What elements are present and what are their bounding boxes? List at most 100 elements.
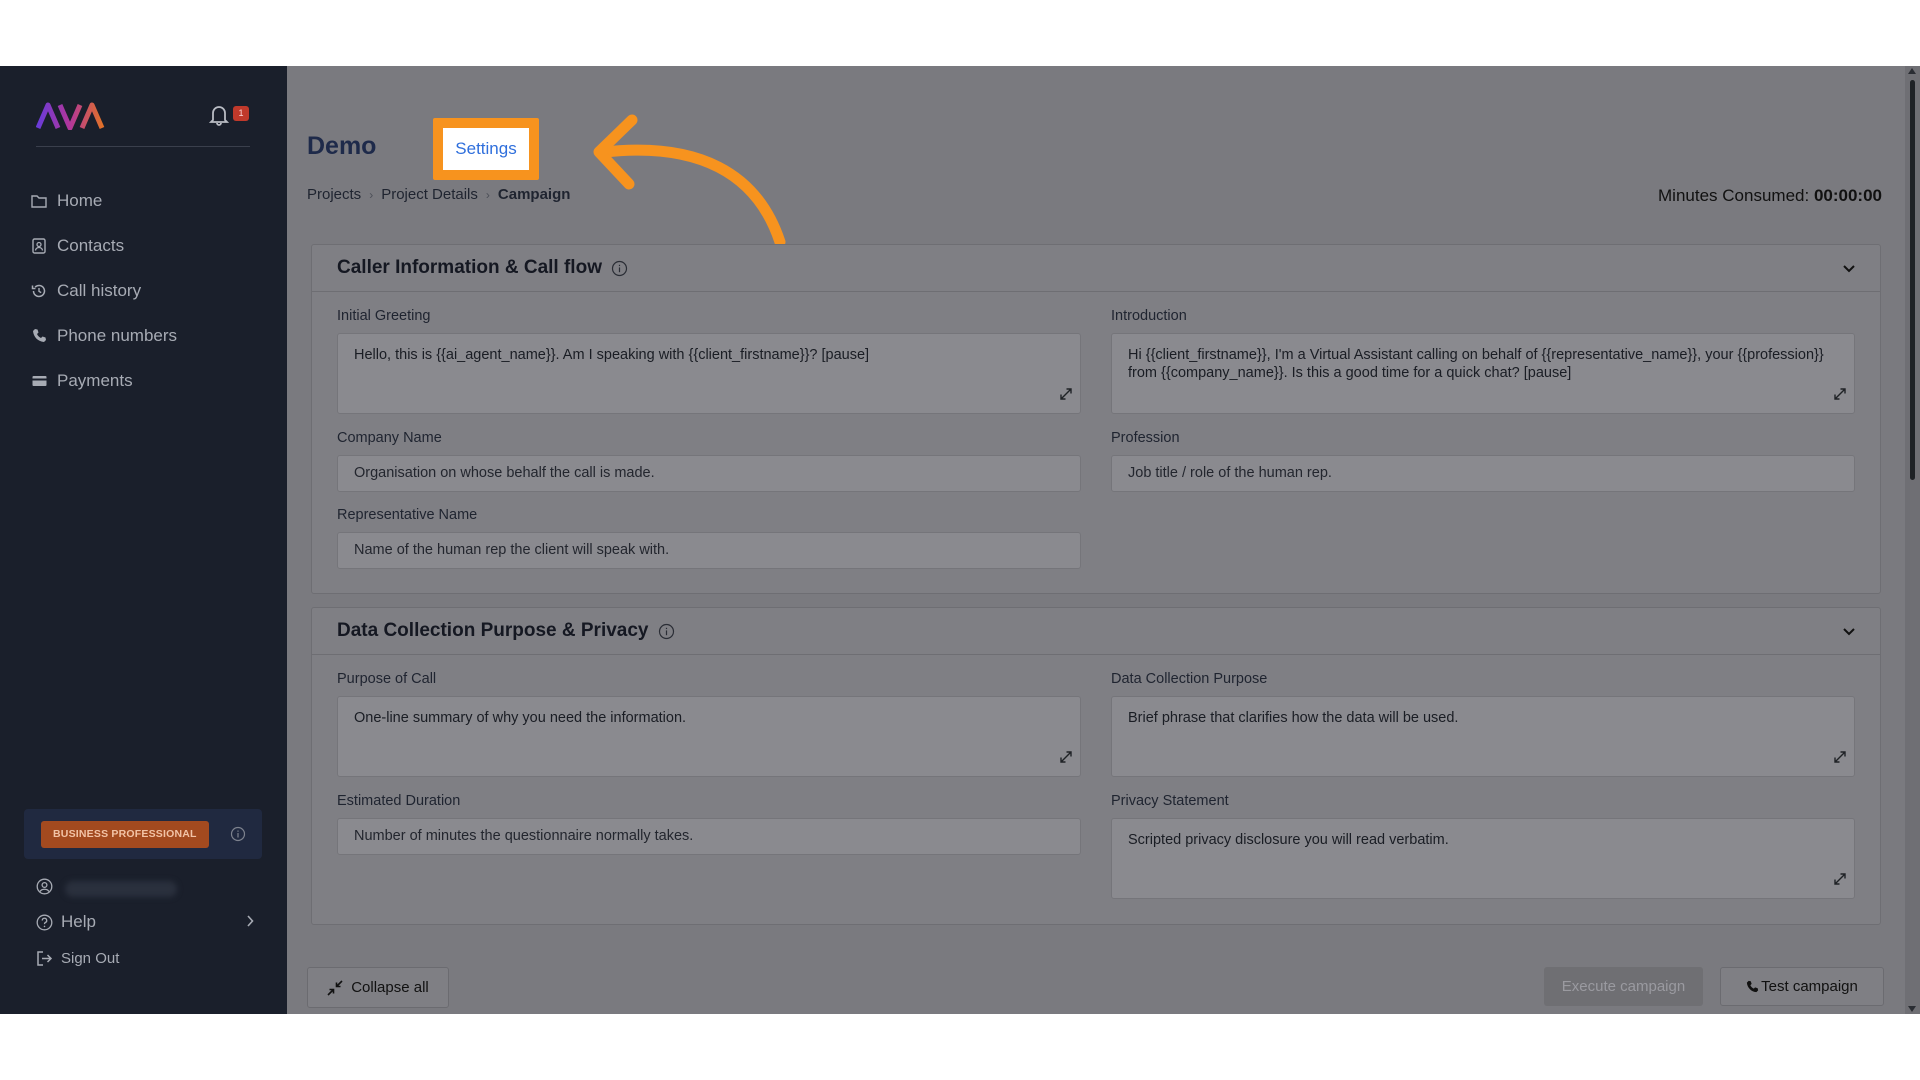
sign-out-button[interactable]: Sign Out [36,950,119,967]
main-content: Demo Settings Projects › Project Details… [287,66,1920,1014]
introduction-value: Hi {{client_firstname}}, I'm a Virtual A… [1128,347,1824,381]
purpose-of-call-placeholder: One-line summary of why you need the inf… [354,710,687,726]
data-collection-section: Data Collection Purpose & Privacy Purpos… [311,607,1881,925]
section-title: Caller Information & Call flow [337,257,602,278]
initial-greeting-value: Hello, this is {{ai_agent_name}}. Am I s… [354,347,870,363]
breadcrumb-separator-icon: › [485,187,490,202]
expand-icon[interactable] [1060,750,1072,768]
scroll-thumb[interactable] [1910,80,1915,480]
data-collection-purpose-placeholder: Brief phrase that clarifies how the data… [1128,710,1459,726]
expand-icon[interactable] [1834,387,1846,405]
folder-icon [30,192,48,210]
help-icon [36,914,53,931]
initial-greeting-field[interactable]: Hello, this is {{ai_agent_name}}. Am I s… [337,333,1081,414]
sidebar-item-home[interactable]: Home [30,178,260,223]
section-title: Data Collection Purpose & Privacy [337,620,649,641]
sidebar-item-call-history[interactable]: Call history [30,268,260,313]
chevron-right-icon [246,912,254,932]
privacy-statement-field[interactable]: Scripted privacy disclosure you will rea… [1111,818,1855,899]
expand-icon[interactable] [1060,387,1072,405]
estimated-duration-label: Estimated Duration [337,793,461,809]
contact-card-icon [30,237,48,255]
company-name-label: Company Name [337,430,442,446]
page-title: Demo [307,132,377,160]
history-icon [30,282,48,300]
action-footer: Collapse all Execute campaign Test campa… [287,938,1920,1014]
settings-button[interactable]: Settings [443,128,529,170]
minutes-label: Minutes Consumed: [1658,186,1810,205]
sidebar-item-payments[interactable]: Payments [30,358,260,403]
help-label: Help [61,912,96,931]
representative-name-input[interactable]: Name of the human rep the client will sp… [337,532,1081,569]
breadcrumb-campaign: Campaign [497,186,571,203]
data-collection-purpose-field[interactable]: Brief phrase that clarifies how the data… [1111,696,1855,777]
scrollbar[interactable] [1905,66,1920,1014]
phone-icon [30,327,48,345]
app-window: 1 Home Contacts Call history Phone numbe… [0,66,1920,1014]
test-campaign-button[interactable]: Test campaign [1720,967,1884,1006]
company-name-input[interactable]: Organisation on whose behalf the call is… [337,455,1081,492]
user-name-redacted [65,881,177,897]
annotation-arrow-icon [593,114,786,248]
sidebar-item-label: Phone numbers [57,325,178,345]
initial-greeting-label: Initial Greeting [337,308,431,324]
introduction-field[interactable]: Hi {{client_firstname}}, I'm a Virtual A… [1111,333,1855,414]
introduction-label: Introduction [1111,308,1187,324]
collapse-icon [327,979,343,996]
purpose-of-call-label: Purpose of Call [337,671,437,687]
settings-highlight: Settings [433,118,539,180]
sidebar-nav: Home Contacts Call history Phone numbers… [30,178,260,403]
minutes-value: 00:00:00 [1813,186,1882,205]
info-icon[interactable] [611,260,628,277]
sidebar-item-help[interactable]: Help [36,912,254,932]
breadcrumb-projects[interactable]: Projects [307,186,361,203]
chevron-down-icon[interactable] [1842,261,1856,279]
collapse-all-button[interactable]: Collapse all [307,967,449,1008]
privacy-statement-label: Privacy Statement [1111,793,1229,809]
sidebar-item-label: Contacts [57,235,125,255]
plan-card: BUSINESS PROFESSIONAL [24,809,262,859]
chevron-down-icon[interactable] [1842,624,1856,642]
sidebar-item-phone-numbers[interactable]: Phone numbers [30,313,260,358]
notification-badge: 1 [233,106,249,121]
breadcrumb-project-details[interactable]: Project Details [381,186,478,203]
profession-input[interactable]: Job title / role of the human rep. [1111,455,1855,492]
sign-out-label: Sign Out [61,950,120,967]
caller-info-section: Caller Information & Call flow Initial G… [311,244,1881,594]
sidebar-divider [36,146,250,147]
expand-icon[interactable] [1834,750,1846,768]
test-campaign-label: Test campaign [1761,978,1858,995]
sidebar-item-contacts[interactable]: Contacts [30,223,260,268]
profession-label: Profession [1111,430,1180,446]
representative-name-label: Representative Name [337,507,478,523]
section-header[interactable]: Data Collection Purpose & Privacy [312,608,1880,655]
expand-icon[interactable] [1834,872,1846,890]
sidebar-item-label: Home [57,190,103,210]
sign-out-icon [36,951,53,966]
scroll-down-icon[interactable] [1908,1006,1916,1012]
ava-logo-mark [35,102,105,131]
plan-badge[interactable]: BUSINESS PROFESSIONAL [41,821,209,848]
execute-campaign-button[interactable]: Execute campaign [1544,967,1703,1006]
section-header[interactable]: Caller Information & Call flow [312,245,1880,292]
minutes-consumed: Minutes Consumed: 00:00:00 [1658,186,1882,206]
purpose-of-call-field[interactable]: One-line summary of why you need the inf… [337,696,1081,777]
bell-icon[interactable] [208,104,230,131]
collapse-all-label: Collapse all [351,979,429,996]
estimated-duration-input[interactable]: Number of minutes the questionnaire norm… [337,818,1081,855]
scroll-up-icon[interactable] [1908,68,1916,74]
card-icon [30,372,48,390]
user-circle-icon [36,878,53,900]
info-icon[interactable] [230,826,246,847]
data-collection-purpose-label: Data Collection Purpose [1111,671,1268,687]
sidebar-item-label: Call history [57,280,142,300]
breadcrumb-separator-icon: › [369,187,374,202]
sidebar: 1 Home Contacts Call history Phone numbe… [0,66,287,1014]
breadcrumb: Projects › Project Details › Campaign [307,186,570,203]
sidebar-item-label: Payments [57,370,133,390]
ava-logo[interactable] [35,102,108,135]
info-icon[interactable] [658,623,675,640]
phone-icon [1746,980,1759,993]
user-profile[interactable] [36,878,177,900]
privacy-statement-placeholder: Scripted privacy disclosure you will rea… [1128,832,1449,848]
